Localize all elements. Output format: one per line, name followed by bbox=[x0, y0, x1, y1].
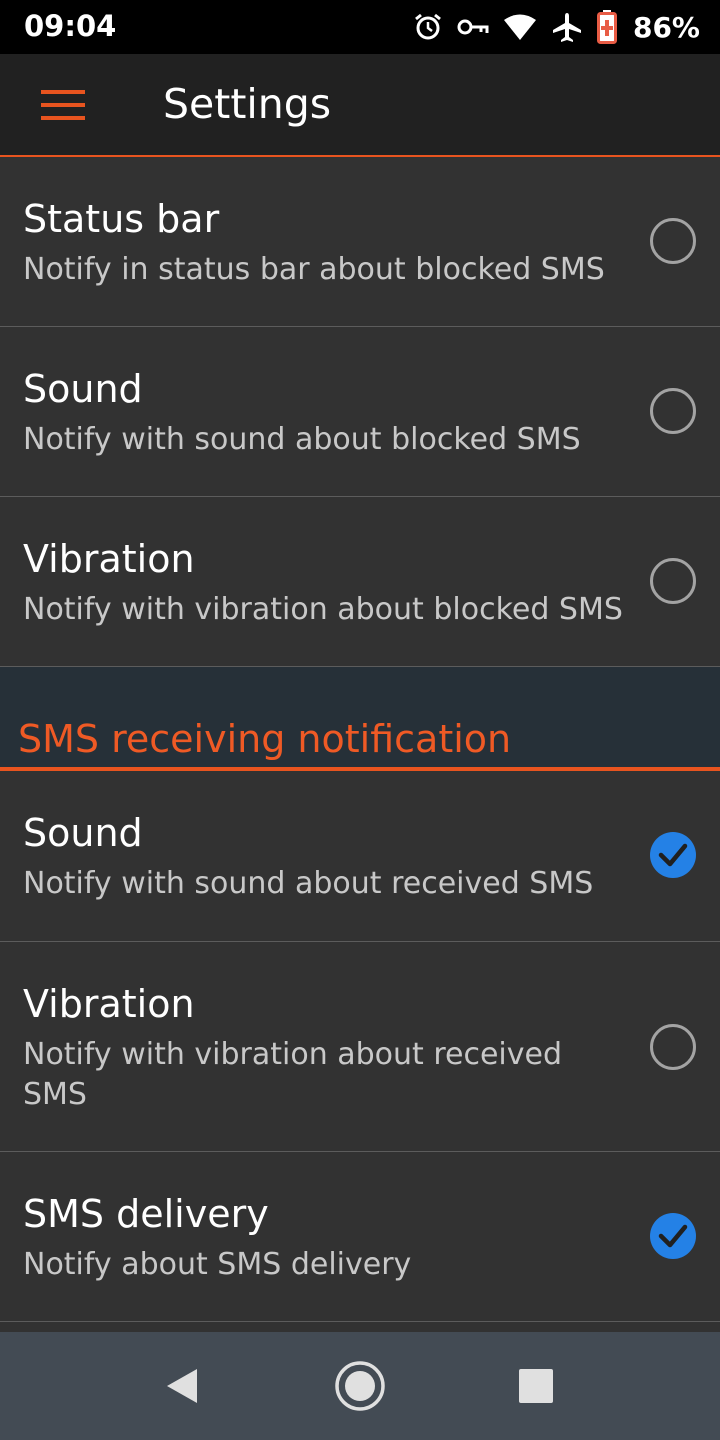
pref-summary: Notify with vibration about blocked SMS bbox=[23, 592, 623, 627]
pref-sound-blocked[interactable]: Sound Notify with sound about blocked SM… bbox=[0, 327, 720, 497]
pref-title: Vibration bbox=[23, 537, 195, 581]
pref-summary: Notify with sound about blocked SMS bbox=[23, 422, 581, 457]
vibration-blocked-checkbox[interactable] bbox=[650, 558, 696, 604]
pref-vibration-blocked[interactable]: Vibration Notify with vibration about bl… bbox=[0, 497, 720, 667]
airplane-icon bbox=[552, 13, 581, 42]
recents-icon[interactable] bbox=[506, 1356, 566, 1416]
page-title: Settings bbox=[163, 80, 332, 128]
vpn-key-icon bbox=[457, 19, 489, 35]
pref-summary: Notify with vibration about received SMS bbox=[23, 1037, 563, 1112]
category-title: SMS receiving notification bbox=[18, 717, 512, 761]
pref-title: Sound bbox=[23, 367, 143, 411]
navigation-bar bbox=[0, 1332, 720, 1440]
pref-title: Sound bbox=[23, 811, 143, 855]
wifi-icon bbox=[503, 14, 536, 40]
check-icon bbox=[658, 1224, 688, 1248]
status-bar: 09:04 86% bbox=[0, 0, 720, 54]
alarm-icon bbox=[415, 13, 441, 40]
pref-summary: Notify with sound about received SMS bbox=[23, 866, 594, 901]
menu-icon[interactable] bbox=[28, 82, 96, 128]
pref-summary: Notify about SMS delivery bbox=[23, 1247, 412, 1282]
pref-sound-received[interactable]: Sound Notify with sound about received S… bbox=[0, 771, 720, 942]
pref-title: Status bar bbox=[23, 197, 220, 241]
status-icons: 86% bbox=[413, 8, 700, 46]
pref-vibration-received[interactable]: Vibration Notify with vibration about re… bbox=[0, 942, 720, 1152]
sound-received-checkbox[interactable] bbox=[650, 832, 696, 878]
battery-charging-icon bbox=[596, 10, 617, 44]
sms-delivery-checkbox[interactable] bbox=[650, 1213, 696, 1259]
status-bar-checkbox[interactable] bbox=[650, 218, 696, 264]
pref-status-bar[interactable]: Status bar Notify in status bar about bl… bbox=[0, 157, 720, 327]
category-header: SMS receiving notification bbox=[0, 667, 720, 769]
pref-title: Vibration bbox=[23, 982, 195, 1026]
battery-percent: 86% bbox=[632, 10, 700, 44]
check-icon bbox=[658, 843, 688, 867]
home-icon[interactable] bbox=[330, 1356, 390, 1416]
sound-blocked-checkbox[interactable] bbox=[650, 388, 696, 434]
pref-summary: Notify in status bar about blocked SMS bbox=[23, 252, 605, 287]
status-time: 09:04 bbox=[24, 9, 117, 43]
app-bar: Settings bbox=[0, 54, 720, 155]
vibration-received-checkbox[interactable] bbox=[650, 1024, 696, 1070]
pref-title: SMS delivery bbox=[23, 1192, 269, 1236]
pref-sms-delivery[interactable]: SMS delivery Notify about SMS delivery bbox=[0, 1152, 720, 1322]
back-icon[interactable] bbox=[152, 1356, 212, 1416]
